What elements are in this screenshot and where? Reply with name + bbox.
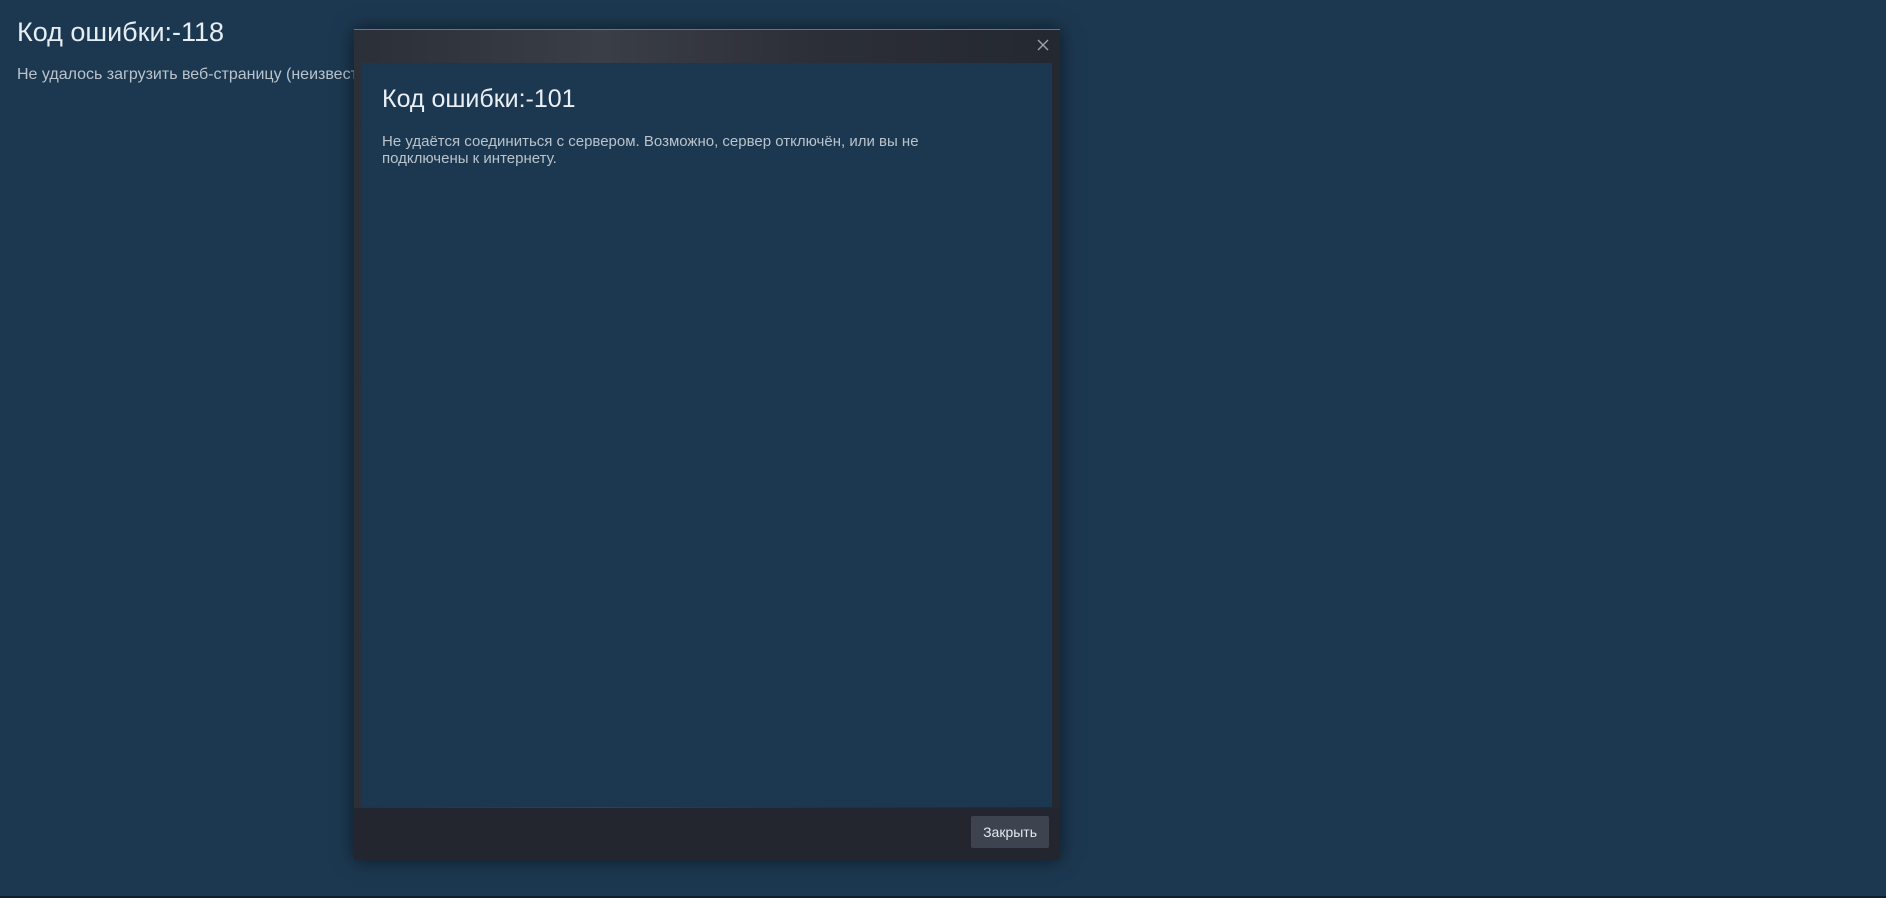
dialog-content: Код ошибки:-101 Не удаётся соединиться с… (362, 63, 1052, 807)
background-error-description: Не удалось загрузить веб-страницу (неизв… (17, 66, 358, 83)
close-icon[interactable] (1034, 36, 1052, 54)
dialog-error-description: Не удаётся соединиться с сервером. Возмо… (382, 133, 919, 167)
background-error-title: Код ошибки:-118 (17, 17, 225, 47)
dialog-footer: Закрыть (354, 808, 1060, 860)
dialog-error-title: Код ошибки:-101 (382, 85, 576, 113)
close-button[interactable]: Закрыть (971, 816, 1049, 848)
error-dialog: Код ошибки:-101 Не удаётся соединиться с… (354, 29, 1060, 860)
